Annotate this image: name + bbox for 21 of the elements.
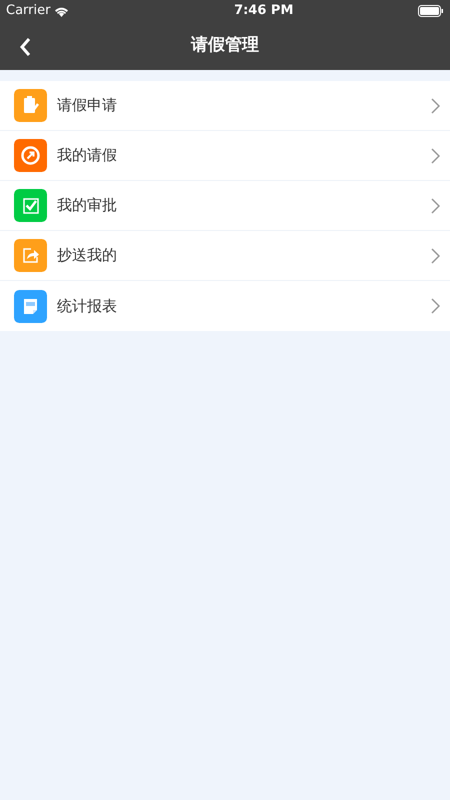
back-icon bbox=[19, 36, 31, 57]
menu-label: 我的审批 bbox=[57, 195, 118, 216]
menu-row[interactable]: 我的审批 bbox=[0, 181, 450, 231]
menu-row[interactable]: 请假申请 bbox=[0, 81, 450, 131]
menu-row[interactable]: 统计报表 bbox=[0, 281, 450, 331]
time-label: 7:46 PM bbox=[234, 2, 294, 20]
chevron-icon bbox=[431, 198, 440, 214]
menu-label: 统计报表 bbox=[57, 296, 118, 317]
chevron-icon bbox=[431, 298, 440, 314]
page-title: 请假管理 bbox=[191, 34, 259, 58]
battery-icon bbox=[418, 5, 444, 17]
wifi-icon bbox=[54, 6, 70, 16]
menu-label: 抄送我的 bbox=[57, 245, 118, 266]
menu-label: 请假申请 bbox=[57, 95, 118, 116]
menu-row[interactable]: 我的请假 bbox=[0, 131, 450, 181]
chevron-icon bbox=[431, 98, 440, 114]
carrier-label: Carrier bbox=[6, 2, 50, 20]
chevron-icon bbox=[431, 148, 440, 164]
menu-row[interactable]: 抄送我的 bbox=[0, 231, 450, 281]
menu-label: 我的请假 bbox=[57, 145, 118, 166]
chevron-icon bbox=[431, 248, 440, 264]
